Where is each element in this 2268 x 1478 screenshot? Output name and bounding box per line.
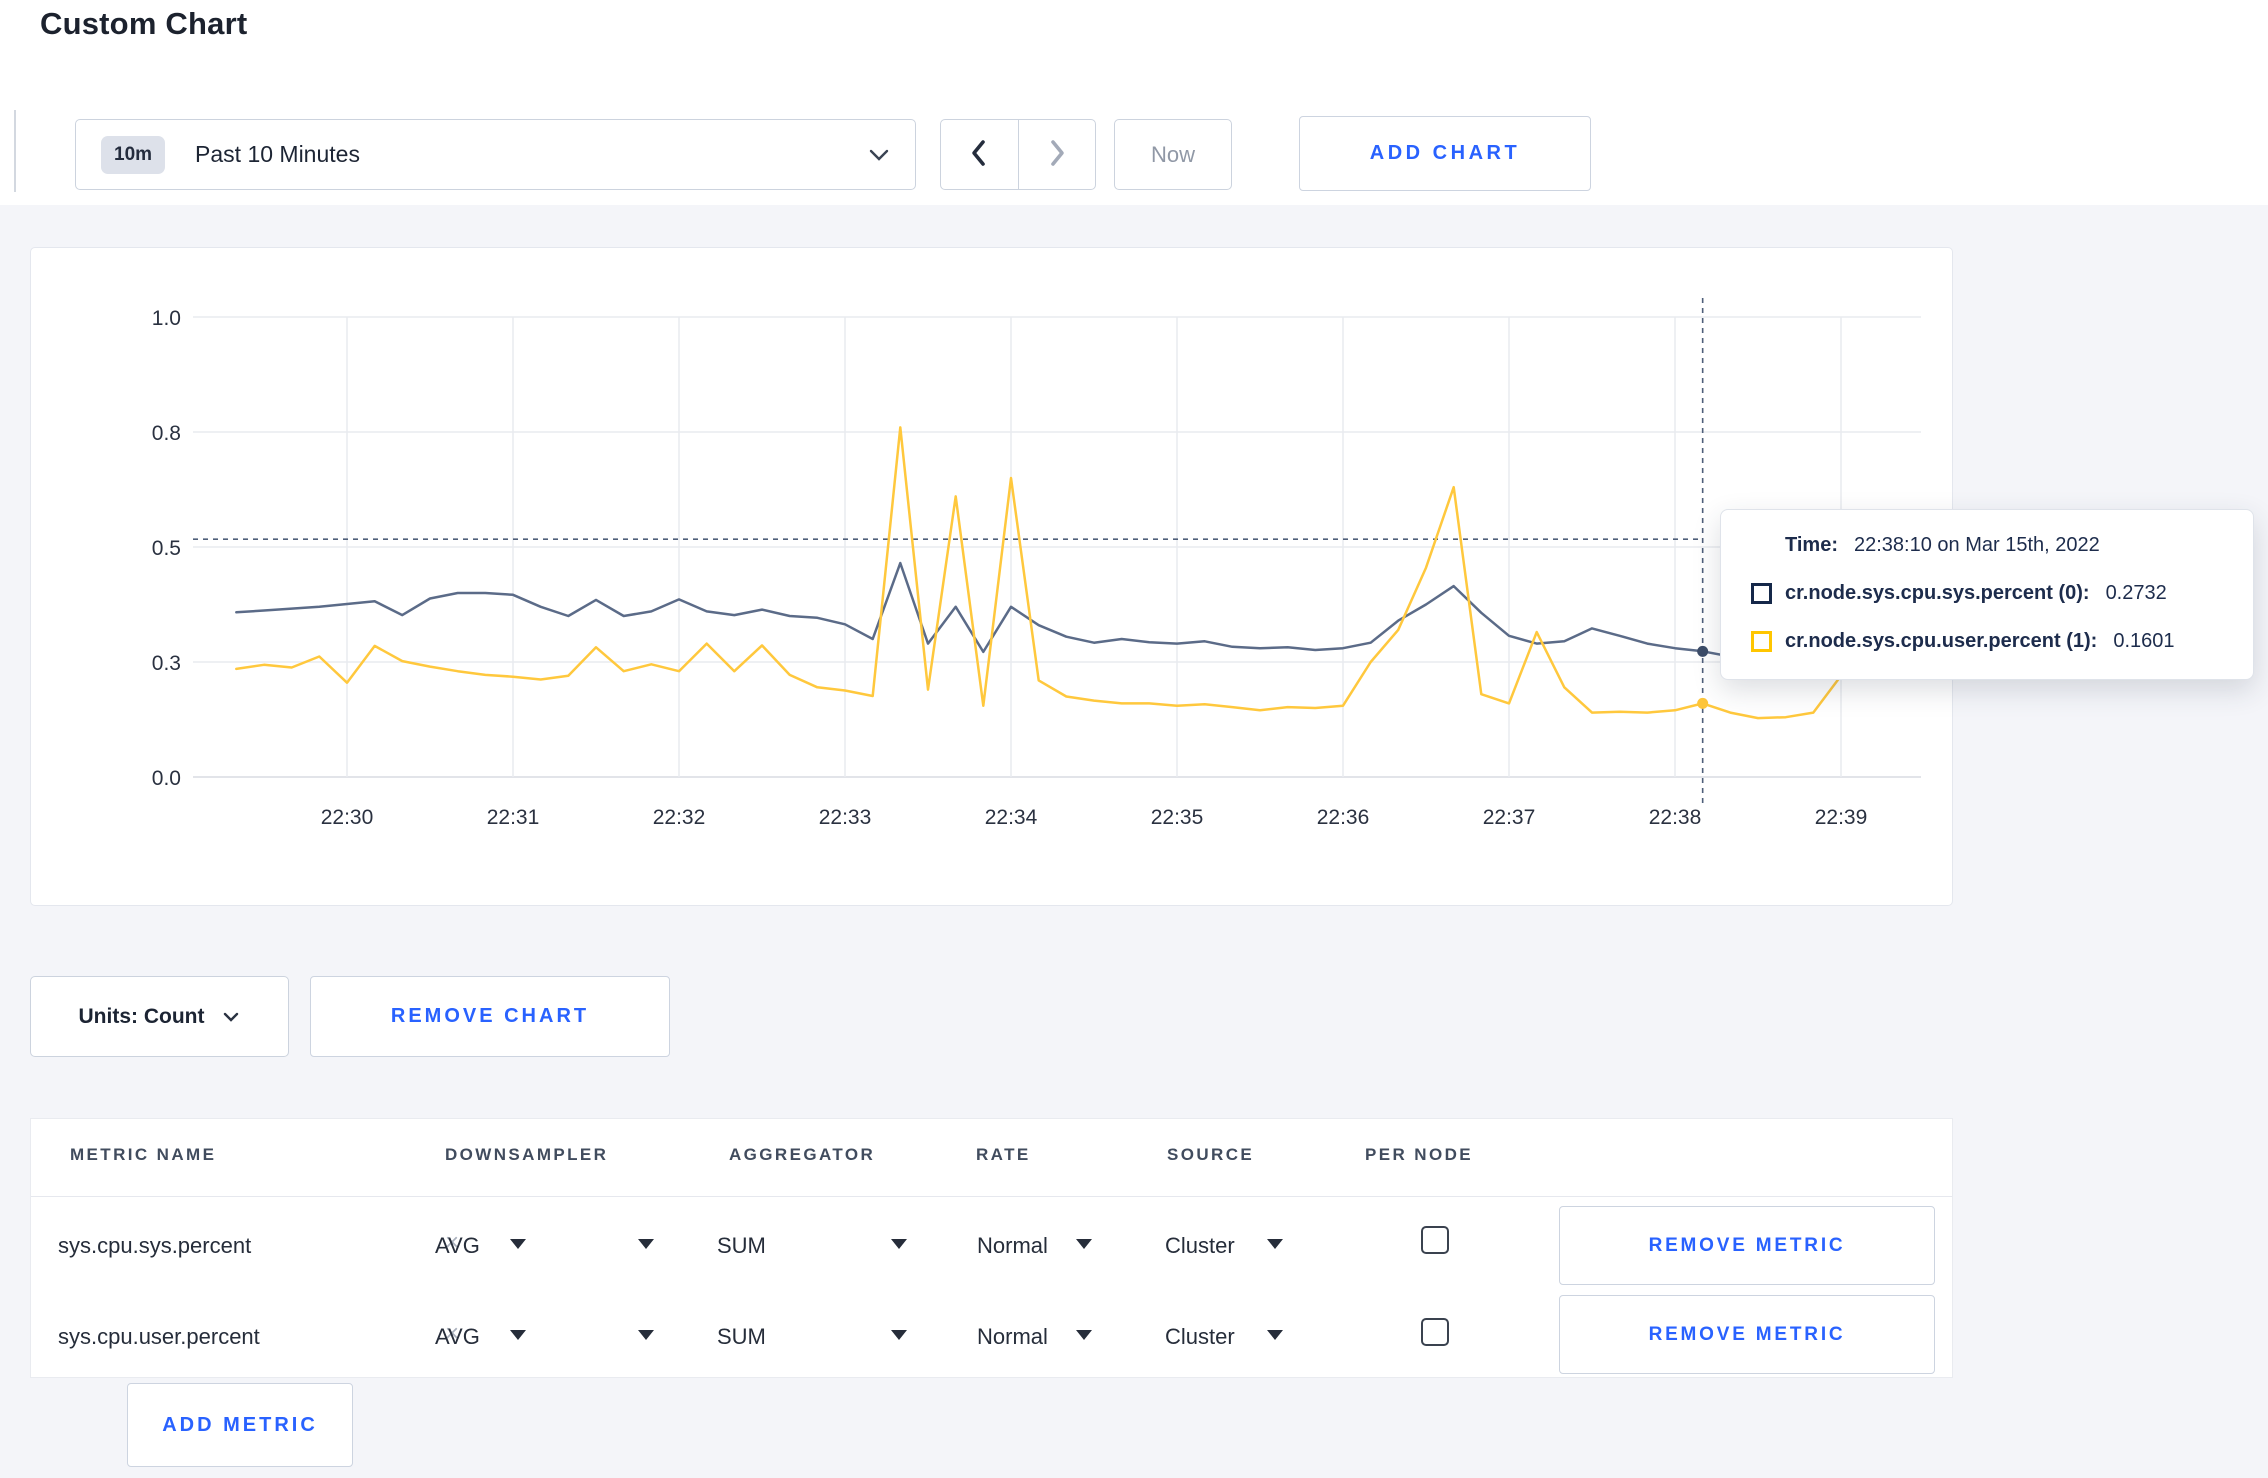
aggregator-caret-icon[interactable] (891, 1239, 907, 1249)
metric-name-select[interactable]: sys.cpu.user.percent (58, 1324, 260, 1350)
x-axis-tick-label: 22:39 (1815, 806, 1868, 829)
chart-card: 0.0 0.3 0.5 0.8 1.0 22:30 22:31 22:32 22:33 22:34… (30, 247, 1953, 906)
timeseries-chart[interactable]: 0.0 0.3 0.5 0.8 1.0 22:30 22:31 22:32 22:33 22:34… (31, 248, 1950, 903)
time-range-select[interactable]: 10m Past 10 Minutes (75, 119, 916, 190)
time-range-nav (940, 119, 1096, 190)
y-axis-tick-label: 0.3 (152, 652, 181, 675)
chart-tooltip: Time: 22:38:10 on Mar 15th, 2022 cr.node… (1720, 509, 2254, 680)
page-title: Custom Chart (40, 6, 248, 41)
x-axis-tick-label: 22:35 (1151, 806, 1204, 829)
remove-chart-button[interactable]: REMOVE CHART (310, 976, 670, 1057)
header-metric-name: METRIC NAME (70, 1145, 217, 1164)
tooltip-time-row: Time: 22:38:10 on Mar 15th, 2022 (1751, 534, 2227, 557)
x-axis-tick-label: 22:33 (819, 806, 872, 829)
source-caret-icon[interactable] (1267, 1330, 1283, 1340)
downsampler-select[interactable]: AVG (435, 1324, 480, 1350)
metric-name-select[interactable]: sys.cpu.sys.percent (58, 1233, 251, 1259)
header-source: SOURCE (1167, 1145, 1255, 1164)
per-node-checkbox[interactable] (1421, 1226, 1449, 1254)
source-caret-icon[interactable] (1267, 1239, 1283, 1249)
rate-select[interactable]: Normal (977, 1324, 1048, 1350)
custom-chart-page: Custom Chart 10m Past 10 Minutes Now ADD… (0, 0, 2268, 1478)
units-label: Units: Count (78, 1004, 205, 1028)
source-select[interactable]: Cluster (1165, 1324, 1235, 1350)
chevron-down-icon (867, 147, 891, 163)
add-chart-button[interactable]: ADD CHART (1299, 116, 1591, 191)
header-per-node: PER NODE (1365, 1145, 1473, 1164)
x-axis-tick-label: 22:36 (1317, 806, 1370, 829)
prev-range-button[interactable] (941, 120, 1018, 189)
source-select[interactable]: Cluster (1165, 1233, 1235, 1259)
tooltip-time-label: Time: (1785, 534, 1838, 556)
aggregator-select[interactable]: SUM (717, 1324, 766, 1350)
downsampler-select[interactable]: AVG (435, 1233, 480, 1259)
downsampler-caret-icon[interactable] (638, 1330, 654, 1340)
metric-select-caret-icon[interactable] (510, 1239, 526, 1249)
y-axis-tick-label: 1.0 (152, 307, 181, 330)
x-axis-tick-label: 22:38 (1649, 806, 1702, 829)
rate-caret-icon[interactable] (1076, 1330, 1092, 1340)
series-line-cr.node.sys.cpu.user.percent (235, 426, 1898, 720)
series-sys-legend-icon (1751, 583, 1772, 604)
x-axis-tick-label: 22:37 (1483, 806, 1536, 829)
aggregator-caret-icon[interactable] (891, 1330, 907, 1340)
tooltip-series-value: 0.1601 (2113, 630, 2175, 652)
chevron-down-icon (222, 1005, 240, 1029)
header-rate: RATE (976, 1145, 1031, 1164)
x-axis-tick-label: 22:32 (653, 806, 706, 829)
remove-metric-button[interactable]: REMOVE METRIC (1559, 1206, 1935, 1285)
rate-select[interactable]: Normal (977, 1233, 1048, 1259)
header-aggregator: AGGREGATOR (729, 1145, 876, 1164)
rate-caret-icon[interactable] (1076, 1239, 1092, 1249)
chevron-left-icon (968, 137, 990, 172)
chevron-right-icon (1046, 137, 1068, 172)
y-axis-tick-label: 0.8 (152, 422, 181, 445)
next-range-button[interactable] (1017, 120, 1096, 189)
tooltip-series-name: cr.node.sys.cpu.sys.percent (0): (1785, 582, 2090, 604)
tooltip-time-value: 22:38:10 on Mar 15th, 2022 (1853, 534, 2100, 556)
downsampler-caret-icon[interactable] (638, 1239, 654, 1249)
hover-dot-cr.node.sys.cpu.sys.percent (1697, 645, 1709, 657)
series-line-cr.node.sys.cpu.sys.percent (235, 561, 1898, 660)
tooltip-series-row: cr.node.sys.cpu.user.percent (1): 0.1601 (1751, 630, 2227, 653)
x-axis-tick-label: 22:31 (487, 806, 540, 829)
tooltip-series-value: 0.2732 (2105, 582, 2167, 604)
y-axis-tick-label: 0.5 (152, 537, 181, 560)
tooltip-series-row: cr.node.sys.cpu.sys.percent (0): 0.2732 (1751, 582, 2227, 605)
add-metric-button[interactable]: ADD METRIC (127, 1383, 353, 1467)
remove-metric-button[interactable]: REMOVE METRIC (1559, 1295, 1935, 1374)
time-range-badge: 10m (101, 135, 166, 174)
aggregator-select[interactable]: SUM (717, 1233, 766, 1259)
metric-select-caret-icon[interactable] (510, 1330, 526, 1340)
units-select[interactable]: Units: Count (30, 976, 289, 1057)
x-axis-tick-label: 22:30 (321, 806, 374, 829)
header-downsampler: DOWNSAMPLER (445, 1145, 609, 1164)
now-button[interactable]: Now (1114, 119, 1232, 190)
y-axis-tick-label: 0.0 (152, 767, 181, 790)
tooltip-series-name: cr.node.sys.cpu.user.percent (1): (1785, 630, 2098, 652)
time-range-label: Past 10 Minutes (195, 141, 360, 167)
hover-dot-cr.node.sys.cpu.user.percent (1697, 697, 1709, 709)
metrics-table: METRIC NAME DOWNSAMPLER AGGREGATOR RATE … (30, 1118, 1953, 1378)
x-axis-tick-label: 22:34 (985, 806, 1038, 829)
series-user-legend-icon (1751, 631, 1772, 652)
header-divider (31, 1196, 1952, 1197)
per-node-checkbox[interactable] (1421, 1318, 1449, 1346)
toolbar-divider (14, 110, 16, 192)
